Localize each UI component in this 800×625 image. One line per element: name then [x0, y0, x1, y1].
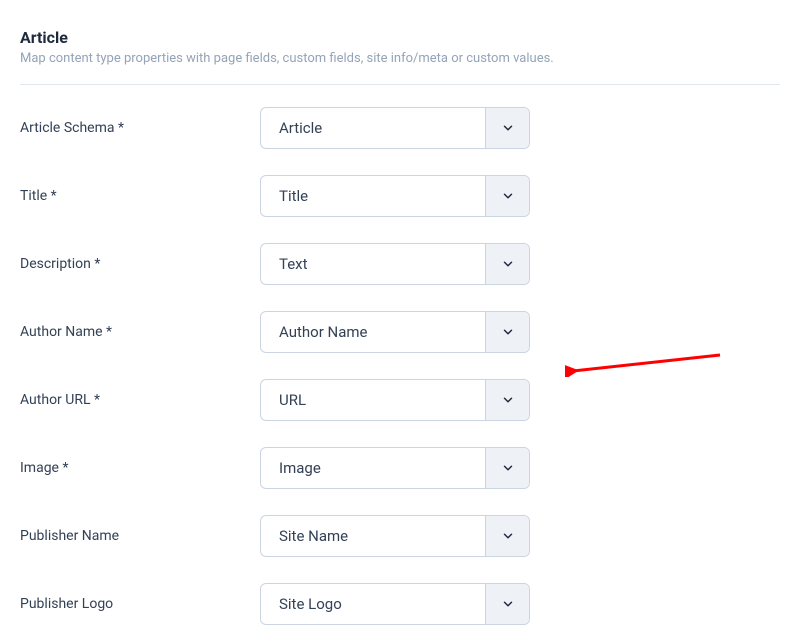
field-label: Author URL * — [20, 392, 260, 408]
publisher-name-select[interactable]: Site Name — [260, 515, 530, 557]
field-label: Author Name * — [20, 324, 260, 340]
select-value: Article — [261, 108, 485, 148]
article-schema-select[interactable]: Article — [260, 107, 530, 149]
field-row-author-name: Author Name * Author Name — [20, 311, 780, 353]
section-subtitle: Map content type properties with page fi… — [20, 51, 780, 66]
chevron-down-icon — [485, 108, 529, 148]
chevron-down-icon — [485, 176, 529, 216]
field-row-publisher-logo: Publisher Logo Site Logo — [20, 583, 780, 625]
chevron-down-icon — [485, 516, 529, 556]
field-row-publisher-name: Publisher Name Site Name — [20, 515, 780, 557]
field-label: Description * — [20, 256, 260, 272]
select-value: Site Logo — [261, 584, 485, 624]
title-select[interactable]: Title — [260, 175, 530, 217]
field-row-article-schema: Article Schema * Article — [20, 107, 780, 149]
author-url-select[interactable]: URL — [260, 379, 530, 421]
chevron-down-icon — [485, 312, 529, 352]
description-select[interactable]: Text — [260, 243, 530, 285]
select-value: Site Name — [261, 516, 485, 556]
field-label: Title * — [20, 188, 260, 204]
field-label: Article Schema * — [20, 120, 260, 136]
field-row-description: Description * Text — [20, 243, 780, 285]
chevron-down-icon — [485, 584, 529, 624]
field-row-image: Image * Image — [20, 447, 780, 489]
field-row-title: Title * Title — [20, 175, 780, 217]
field-label: Publisher Logo — [20, 596, 260, 612]
select-value: Text — [261, 244, 485, 284]
chevron-down-icon — [485, 380, 529, 420]
section-title: Article — [20, 28, 780, 47]
field-row-author-url: Author URL * URL — [20, 379, 780, 421]
field-label: Image * — [20, 460, 260, 476]
chevron-down-icon — [485, 244, 529, 284]
author-name-select[interactable]: Author Name — [260, 311, 530, 353]
field-label: Publisher Name — [20, 528, 260, 544]
chevron-down-icon — [485, 448, 529, 488]
divider — [20, 84, 780, 85]
select-value: Title — [261, 176, 485, 216]
select-value: URL — [261, 380, 485, 420]
publisher-logo-select[interactable]: Site Logo — [260, 583, 530, 625]
select-value: Author Name — [261, 312, 485, 352]
image-select[interactable]: Image — [260, 447, 530, 489]
select-value: Image — [261, 448, 485, 488]
